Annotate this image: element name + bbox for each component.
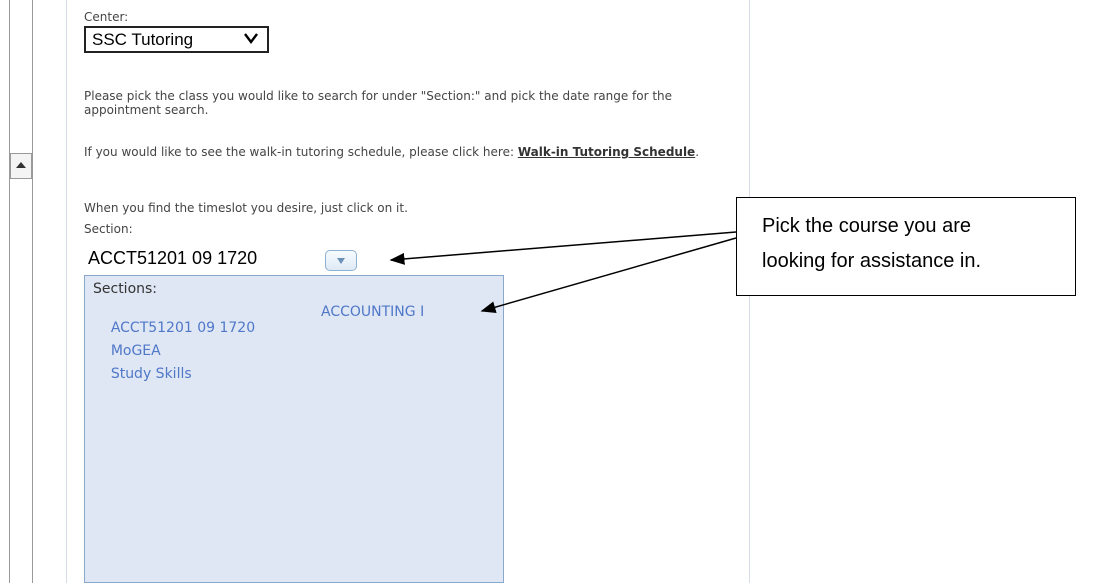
dropdown-arrow-icon[interactable] xyxy=(325,250,357,271)
walk-in-schedule-link[interactable]: Walk-in Tutoring Schedule xyxy=(518,145,695,159)
list-item-study-skills[interactable]: Study Skills xyxy=(93,350,192,398)
scroll-up-arrow-icon[interactable] xyxy=(10,153,32,179)
chevron-down-icon xyxy=(244,33,258,44)
instruction-paragraph-1: Please pick the class you would like to … xyxy=(84,89,673,117)
instruction-suffix: . xyxy=(695,145,700,159)
list-item-code: Study Skills xyxy=(110,366,192,382)
arrow-to-section-input xyxy=(389,231,737,265)
instruction-text: If you would like to see the walk-in tut… xyxy=(84,145,518,159)
center-selected-value: SSC Tutoring xyxy=(92,30,194,49)
list-item-title: ACCOUNTING I xyxy=(321,304,425,320)
annotation-callout: Pick the course you are looking for assi… xyxy=(736,197,1076,296)
section-label: Section: xyxy=(84,222,133,236)
scrollbar-track[interactable] xyxy=(9,0,33,583)
sections-dropdown-list[interactable]: Sections: ACCT51201 09 1720 ACCOUNTING I… xyxy=(84,275,504,583)
instruction-paragraph-3: When you find the timeslot you desire, j… xyxy=(84,201,408,215)
section-input[interactable]: ACCT51201 09 1720 xyxy=(84,245,328,271)
callout-line-1: Pick the course you are xyxy=(762,215,971,237)
center-select[interactable]: SSC Tutoring xyxy=(84,26,269,53)
instruction-paragraph-2: If you would like to see the walk-in tut… xyxy=(84,145,732,159)
callout-line-2: looking for assistance in. xyxy=(762,250,982,272)
panel-divider-left xyxy=(66,0,67,583)
center-label: Center: xyxy=(84,10,129,24)
list-header: Sections: xyxy=(93,281,158,297)
arrow-to-accounting-item xyxy=(480,237,737,314)
